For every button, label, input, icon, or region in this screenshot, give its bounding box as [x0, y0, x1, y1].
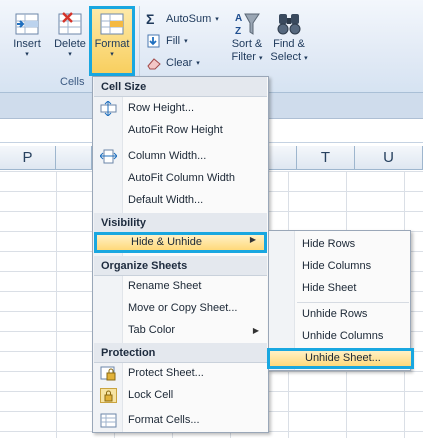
default-width-label: Default Width... — [128, 194, 204, 206]
section-protection: Protection — [94, 343, 267, 363]
fill-label: Fill — [166, 35, 181, 47]
menu-item-move-copy-sheet[interactable]: Move or Copy Sheet... — [94, 298, 267, 319]
section-cell-size: Cell Size — [94, 77, 267, 97]
binoculars-icon — [275, 10, 303, 38]
menu-item-default-width[interactable]: Default Width... — [94, 190, 267, 211]
clear-button[interactable]: Clear ▾ — [146, 54, 200, 72]
delete-button[interactable]: Delete ▾ — [51, 10, 89, 59]
fill-dropdown-arrow: ▾ — [184, 38, 188, 45]
svg-text:A: A — [235, 13, 242, 24]
hide-unhide-submenu: Hide Rows Hide Columns Hide Sheet Unhide… — [267, 230, 414, 371]
autosum-dropdown-arrow: ▾ — [215, 16, 219, 23]
format-label: Format — [94, 38, 130, 50]
protect-sheet-icon — [100, 366, 117, 381]
submenu-item-hide-rows[interactable]: Hide Rows — [270, 234, 409, 255]
format-dropdown-menu: Cell Size Row Height... AutoFit Row Heig… — [92, 76, 269, 433]
submenu-item-unhide-rows[interactable]: Unhide Rows — [270, 304, 409, 325]
submenu-item-hide-sheet[interactable]: Hide Sheet — [270, 278, 409, 299]
format-dropdown-arrow: ▾ — [110, 51, 114, 58]
menu-item-format-cells[interactable]: Format Cells... — [94, 410, 267, 431]
submenu-separator — [297, 302, 409, 303]
row-height-icon — [100, 100, 117, 117]
format-cells-dialog-icon — [100, 413, 117, 428]
column-width-icon — [99, 149, 118, 164]
sort-filter-label-1: Sort & — [231, 38, 263, 50]
format-button[interactable]: Format ▾ — [92, 10, 132, 59]
delete-label: Delete — [54, 38, 86, 50]
find-select-label-1: Find & — [273, 38, 305, 50]
insert-dropdown-arrow: ▾ — [25, 51, 29, 58]
find-select-label-2: Select ▾ — [270, 51, 308, 63]
clear-dropdown-arrow: ▾ — [196, 60, 200, 67]
submenu-item-hide-columns[interactable]: Hide Columns — [270, 256, 409, 277]
submenu-arrow-icon: ▶ — [249, 235, 256, 244]
cells-group-label: Cells — [60, 76, 85, 88]
column-header-p[interactable]: P — [0, 146, 56, 170]
move-copy-sheet-label: Move or Copy Sheet... — [128, 302, 238, 314]
format-cells-label: Format Cells... — [128, 414, 200, 426]
delete-dropdown-arrow: ▾ — [68, 51, 72, 58]
submenu-item-unhide-columns[interactable]: Unhide Columns — [270, 326, 409, 347]
lock-icon — [100, 388, 117, 403]
column-width-label: Column Width... — [128, 150, 207, 162]
clear-label: Clear — [166, 57, 193, 69]
menu-item-tab-color[interactable]: Tab Color ▶ — [94, 320, 267, 341]
format-cells-icon — [98, 10, 126, 38]
sort-filter-button[interactable]: A Z Sort & Filter ▾ — [226, 10, 268, 65]
hide-unhide-label: Hide & Unhide — [131, 236, 202, 248]
sigma-icon: Σ — [146, 11, 155, 27]
rename-sheet-label: Rename Sheet — [128, 280, 202, 292]
autosum-label: AutoSum — [166, 13, 212, 25]
column-header-s[interactable] — [268, 146, 297, 170]
svg-text:Z: Z — [235, 26, 241, 37]
section-organize-sheets: Organize Sheets — [94, 256, 267, 276]
menu-item-rename-sheet[interactable]: Rename Sheet — [94, 276, 267, 297]
column-header-t[interactable]: T — [297, 146, 355, 170]
menu-item-column-width[interactable]: Column Width... — [94, 146, 267, 167]
row-height-label: Row Height... — [128, 102, 195, 114]
menu-item-autofit-row-height[interactable]: AutoFit Row Height — [94, 120, 267, 141]
column-header-u[interactable]: U — [355, 146, 423, 170]
sort-filter-icon: A Z — [233, 10, 261, 38]
fill-down-icon — [146, 34, 162, 48]
autosum-button[interactable]: Σ AutoSum ▾ — [146, 10, 219, 28]
menu-item-protect-sheet[interactable]: Protect Sheet... — [94, 363, 267, 384]
protect-sheet-label: Protect Sheet... — [128, 367, 204, 379]
fill-button[interactable]: Fill ▾ — [146, 32, 188, 50]
menu-item-hide-unhide[interactable]: Hide & Unhide ▶ — [94, 232, 267, 253]
submenu-item-unhide-sheet[interactable]: Unhide Sheet... — [267, 348, 414, 369]
delete-cells-icon — [56, 10, 84, 38]
menu-item-row-height[interactable]: Row Height... — [94, 98, 267, 119]
eraser-icon — [146, 56, 162, 70]
autofit-row-height-label: AutoFit Row Height — [128, 124, 223, 136]
sort-filter-label-2: Filter ▾ — [231, 51, 263, 63]
find-select-button[interactable]: Find & Select ▾ — [268, 10, 310, 65]
submenu-arrow-icon: ▶ — [252, 326, 259, 335]
menu-item-lock-cell[interactable]: Lock Cell — [94, 385, 267, 406]
tab-color-label: Tab Color — [128, 324, 176, 336]
insert-button[interactable]: Insert ▾ — [8, 10, 46, 59]
menu-item-autofit-column-width[interactable]: AutoFit Column Width — [94, 168, 267, 189]
insert-label: Insert — [13, 38, 41, 50]
autofit-column-width-label: AutoFit Column Width — [128, 172, 235, 184]
section-visibility: Visibility — [94, 213, 267, 233]
lock-cell-label: Lock Cell — [128, 389, 174, 401]
insert-cells-icon — [13, 10, 41, 38]
column-header-hidden[interactable] — [56, 146, 92, 170]
